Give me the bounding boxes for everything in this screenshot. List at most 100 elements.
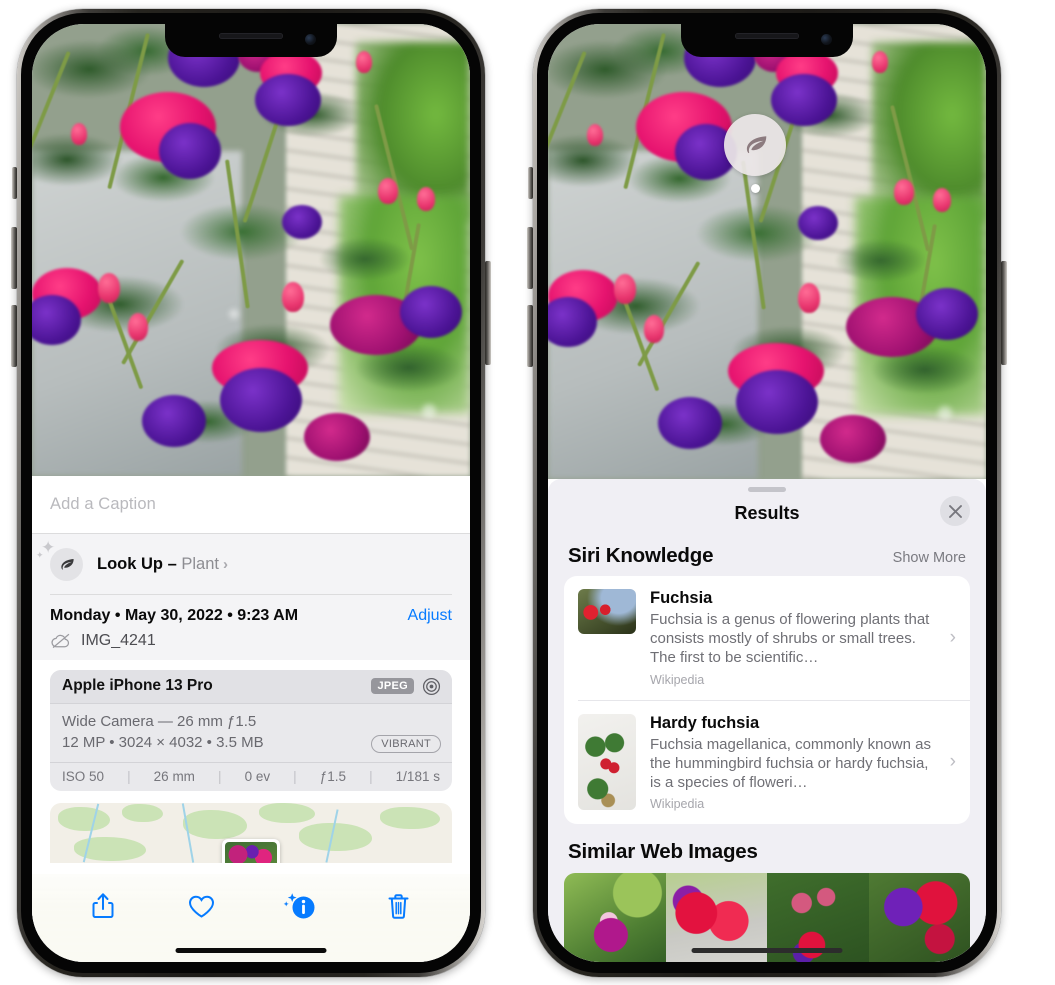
pin-anchor-dot — [750, 184, 760, 193]
adjust-button[interactable]: Adjust — [408, 607, 452, 625]
heart-icon — [189, 895, 215, 918]
front-camera — [821, 34, 832, 45]
trash-icon — [388, 893, 409, 919]
look-up-subject: Plant — [181, 554, 219, 573]
divider — [50, 594, 452, 595]
device-bezel: Add a Caption ✦ ✦ Look Up – Plant › Mond… — [21, 13, 481, 973]
leaf-icon[interactable] — [724, 114, 786, 176]
photo-background — [548, 24, 986, 479]
camera-info-card[interactable]: Apple iPhone 13 Pro JPEG Wide Camera — 2… — [50, 669, 452, 791]
photo-viewer[interactable] — [32, 24, 470, 476]
silence-switch[interactable] — [12, 167, 17, 199]
cloud-slash-icon — [51, 633, 70, 648]
close-icon — [948, 504, 962, 518]
exif-divider: | — [218, 769, 222, 784]
knowledge-source: Wikipedia — [650, 797, 705, 812]
knowledge-title: Hardy fuchsia — [650, 713, 760, 732]
list-item[interactable]: Hardy fuchsia Fuchsia magellanica, commo… — [578, 699, 970, 825]
silence-switch[interactable] — [528, 167, 533, 199]
format-badge: JPEG — [371, 678, 414, 694]
earpiece-speaker — [735, 33, 799, 39]
knowledge-description: Fuchsia is a genus of flowering plants t… — [650, 611, 930, 667]
iphone-right-device: Results Siri Knowledge Show More Fuchsia… — [527, 9, 1007, 977]
leaf-icon: ✦ ✦ — [36, 539, 83, 581]
exif-aperture: ƒ1.5 — [319, 769, 347, 784]
volume-down-button[interactable] — [11, 305, 17, 367]
results-title: Results — [734, 502, 800, 523]
front-camera — [305, 34, 316, 45]
exif-divider: | — [127, 769, 131, 784]
volume-down-button[interactable] — [527, 305, 533, 367]
web-image-thumbnail[interactable] — [868, 873, 970, 962]
section-title-siri-knowledge: Siri Knowledge — [568, 544, 714, 567]
power-button[interactable] — [1001, 261, 1007, 365]
results-sheet: Results Siri Knowledge Show More Fuchsia… — [548, 479, 986, 962]
siri-knowledge-header: Siri Knowledge Show More — [548, 534, 986, 576]
favorite-button[interactable] — [182, 886, 222, 926]
volume-up-button[interactable] — [11, 227, 17, 289]
exif-exposure: 0 ev — [244, 769, 271, 784]
map-photo-pin[interactable] — [222, 839, 280, 863]
chevron-right-icon: › — [222, 555, 228, 573]
photo-info-sheet: Add a Caption ✦ ✦ Look Up – Plant › Mond… — [32, 476, 470, 962]
exif-row: ISO 50 | 26 mm | 0 ev | ƒ1.5 | 1/181 s — [50, 762, 452, 791]
home-indicator[interactable] — [175, 948, 327, 953]
iphone-left-device: Add a Caption ✦ ✦ Look Up – Plant › Mond… — [11, 9, 491, 977]
location-map[interactable] — [50, 803, 452, 863]
siri-knowledge-card: Fuchsia Fuchsia is a genus of flowering … — [564, 576, 970, 825]
caption-input[interactable]: Add a Caption — [50, 495, 156, 514]
camera-model: Apple iPhone 13 Pro — [62, 677, 213, 694]
chevron-right-icon: › — [949, 626, 956, 648]
photo-viewer[interactable] — [548, 24, 986, 479]
exif-divider: | — [293, 769, 297, 784]
show-more-button[interactable]: Show More — [893, 550, 966, 566]
earpiece-speaker — [219, 33, 283, 39]
knowledge-thumbnail — [578, 589, 636, 634]
knowledge-description: Fuchsia magellanica, commonly known as t… — [650, 735, 931, 791]
notch — [165, 24, 337, 57]
visual-lookup-pin[interactable] — [724, 114, 786, 193]
caption-row[interactable]: Add a Caption — [32, 476, 470, 534]
capture-date: Monday • May 30, 2022 • 9:23 AM — [50, 606, 299, 624]
screen-left: Add a Caption ✦ ✦ Look Up – Plant › Mond… — [32, 24, 470, 962]
info-sparkle-icon — [283, 893, 315, 919]
map-pin-thumbnail — [225, 842, 277, 863]
camera-body: Wide Camera — 26 mm ƒ1.5 12 MP • 3024 × … — [50, 704, 452, 763]
delete-button[interactable] — [379, 886, 419, 926]
exif-shutter: 1/181 s — [395, 769, 440, 784]
photo-background — [32, 24, 470, 476]
file-name: IMG_4241 — [81, 631, 156, 649]
share-button[interactable] — [83, 886, 123, 926]
look-up-prefix: Look Up – — [97, 554, 182, 573]
chevron-right-icon: › — [949, 751, 956, 773]
photographic-style-badge: VIBRANT — [371, 735, 441, 753]
home-indicator[interactable] — [691, 948, 843, 953]
file-row: IMG_4241 — [50, 632, 452, 650]
web-image-thumbnail[interactable] — [564, 873, 666, 962]
camera-header: Apple iPhone 13 Pro JPEG — [50, 669, 452, 704]
results-header: Results — [548, 492, 986, 534]
screen-right: Results Siri Knowledge Show More Fuchsia… — [548, 24, 986, 962]
exif-divider: | — [369, 769, 373, 784]
power-button[interactable] — [485, 261, 491, 365]
share-icon — [92, 893, 114, 918]
volume-up-button[interactable] — [527, 227, 533, 289]
aperture-icon — [422, 677, 441, 695]
look-up-label: Look Up – Plant › — [97, 555, 228, 574]
section-title-similar-web-images: Similar Web Images — [568, 840, 758, 864]
sparkle-small-icon: ✦ — [36, 549, 44, 560]
knowledge-source: Wikipedia — [650, 672, 705, 687]
lens-line: Wide Camera — 26 mm ƒ1.5 — [62, 712, 257, 730]
screenshot-stage: Add a Caption ✦ ✦ Look Up – Plant › Mond… — [0, 0, 1055, 985]
date-row: Monday • May 30, 2022 • 9:23 AM Adjust — [50, 607, 452, 625]
info-button[interactable] — [280, 886, 320, 926]
notch — [681, 24, 853, 57]
knowledge-title: Fuchsia — [650, 589, 713, 607]
knowledge-thumbnail — [578, 713, 636, 810]
look-up-row[interactable]: ✦ ✦ Look Up – Plant › — [32, 534, 470, 594]
close-button[interactable] — [940, 496, 970, 526]
exif-focal: 26 mm — [153, 769, 195, 784]
metadata-block: Monday • May 30, 2022 • 9:23 AM Adjust I… — [32, 594, 470, 660]
exif-iso: ISO 50 — [62, 769, 105, 784]
list-item[interactable]: Fuchsia Fuchsia is a genus of flowering … — [564, 576, 970, 700]
